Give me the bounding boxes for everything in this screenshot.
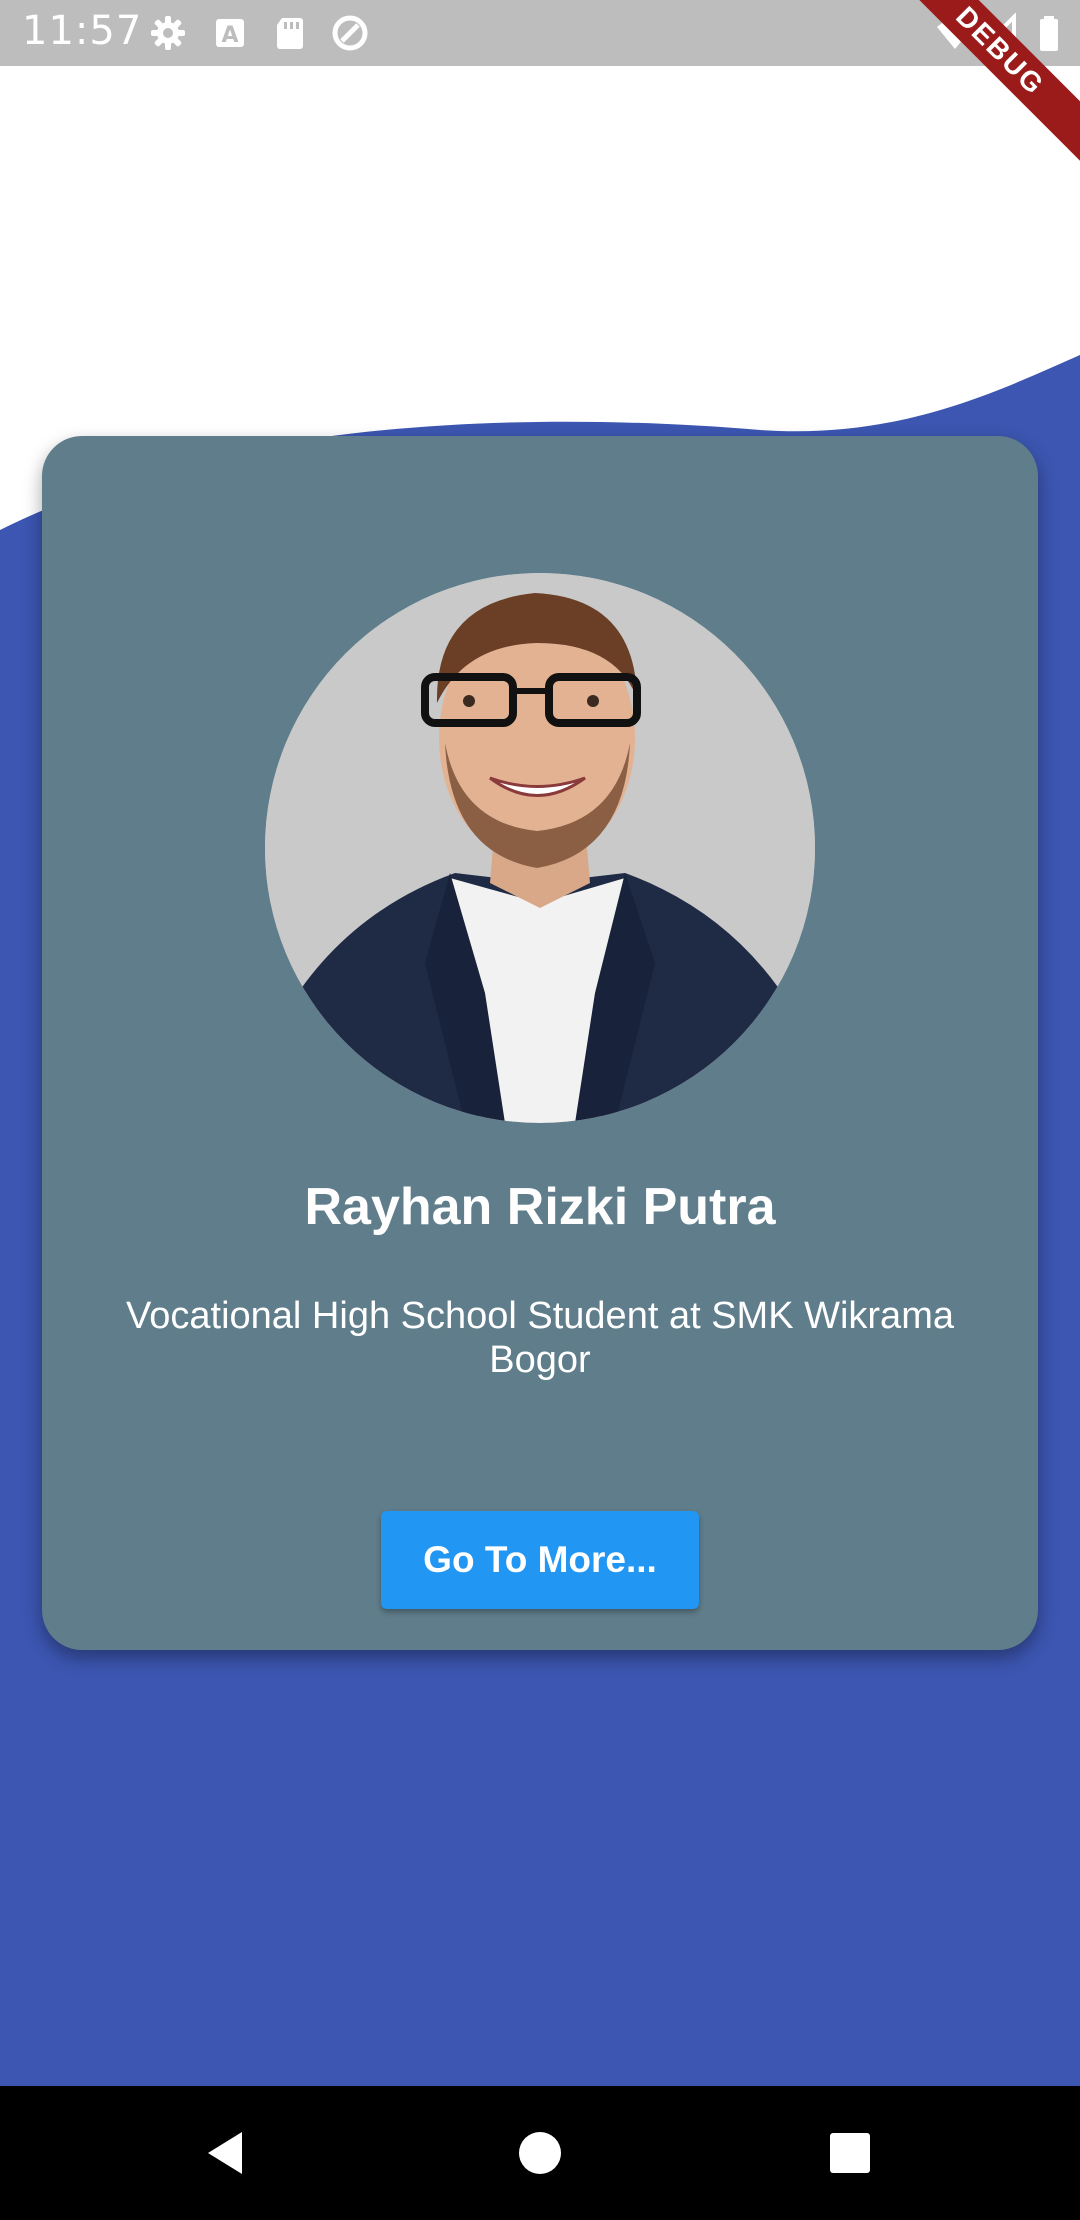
status-time: 11:57 xyxy=(22,8,143,54)
status-bar: 11:57 A xyxy=(0,0,1080,66)
screen: 11:57 A DEBUG Rayhan Rizki Putra Vocatio… xyxy=(0,0,1080,2220)
profile-subtitle: Vocational High School Student at SMK Wi… xyxy=(126,1295,954,1381)
profile-card: Rayhan Rizki Putra Vocational High Schoo… xyxy=(42,436,1038,1650)
sync-icon xyxy=(332,15,368,51)
profile-avatar xyxy=(265,573,815,1123)
settings-icon xyxy=(151,16,185,50)
person-portrait-image xyxy=(265,573,815,1123)
svg-text:A: A xyxy=(221,23,238,48)
home-icon[interactable] xyxy=(505,2118,575,2188)
recents-icon[interactable] xyxy=(815,2118,885,2188)
back-icon[interactable] xyxy=(190,2118,260,2188)
text-a-icon: A xyxy=(216,19,244,48)
sd-card-icon xyxy=(277,18,303,49)
battery-icon xyxy=(1040,16,1058,51)
go-to-more-button[interactable]: Go To More... xyxy=(381,1511,699,1609)
profile-name: Rayhan Rizki Putra xyxy=(304,1178,776,1236)
navigation-bar xyxy=(0,2086,1080,2220)
